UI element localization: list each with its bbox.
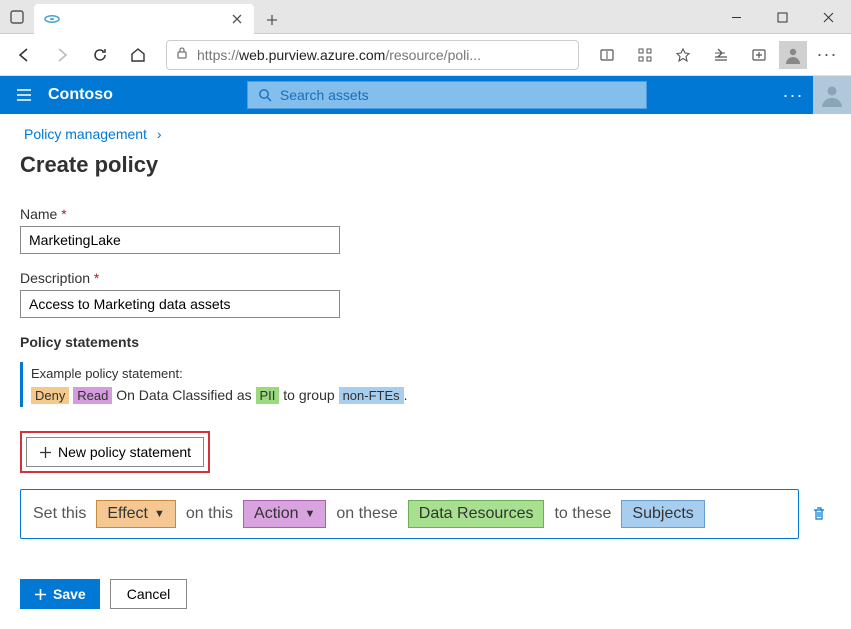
data-resources-picker[interactable]: Data Resources (408, 500, 545, 528)
window-close-button[interactable] (805, 0, 851, 34)
reader-mode-button[interactable] (589, 37, 625, 73)
new-policy-statement-highlight: New policy statement (20, 431, 210, 473)
nav-home-button[interactable] (120, 37, 156, 73)
description-label: Description * (20, 270, 831, 286)
browser-menu-button[interactable]: ··· (809, 37, 845, 73)
cancel-button[interactable]: Cancel (110, 579, 188, 609)
address-bar[interactable]: https://web.purview.azure.com/resource/p… (166, 40, 579, 70)
builder-text-to-these: to these (554, 505, 611, 523)
save-button[interactable]: Save (20, 579, 100, 609)
purview-favicon-icon (44, 11, 60, 27)
effect-picker[interactable]: Effect▼ (96, 500, 176, 528)
delete-statement-button[interactable] (807, 502, 831, 526)
page-title: Create policy (20, 152, 831, 178)
search-input[interactable] (280, 87, 636, 103)
favorites-bar-button[interactable] (703, 37, 739, 73)
tab-close-button[interactable] (230, 12, 244, 26)
name-label: Name * (20, 206, 831, 222)
builder-text-on-this: on this (186, 505, 233, 523)
favorite-button[interactable] (665, 37, 701, 73)
browser-toolbar: https://web.purview.azure.com/resource/p… (0, 34, 851, 76)
trash-icon (811, 506, 827, 522)
collections-button[interactable] (741, 37, 777, 73)
search-box[interactable] (247, 81, 647, 109)
description-input[interactable] (20, 290, 340, 318)
example-statement-box: Example policy statement: Deny Read On D… (20, 362, 831, 407)
name-input[interactable] (20, 226, 340, 254)
caret-down-icon: ▼ (304, 508, 315, 520)
new-tab-button[interactable] (258, 6, 286, 34)
subjects-picker[interactable]: Subjects (621, 500, 704, 528)
chevron-right-icon: › (157, 126, 162, 142)
window-minimize-button[interactable] (713, 0, 759, 34)
breadcrumb-policy-management[interactable]: Policy management (24, 126, 147, 142)
nav-refresh-button[interactable] (82, 37, 118, 73)
tab-actions-button[interactable] (0, 0, 34, 34)
app-user-avatar[interactable] (813, 76, 851, 114)
plus-icon (34, 588, 47, 601)
builder-text-on-these: on these (336, 505, 397, 523)
action-picker[interactable]: Action▼ (243, 500, 326, 528)
search-icon (258, 88, 272, 102)
caret-down-icon: ▼ (154, 508, 165, 520)
nav-forward-button (44, 37, 80, 73)
builder-text-set-this: Set this (33, 505, 86, 523)
nav-back-button[interactable] (6, 37, 42, 73)
brand-name: Contoso (48, 86, 137, 104)
hamburger-menu-button[interactable] (0, 76, 48, 114)
window-titlebar (0, 0, 851, 34)
url-text: https://web.purview.azure.com/resource/p… (197, 47, 481, 63)
qr-button[interactable] (627, 37, 663, 73)
app-bar: Contoso ··· (0, 76, 851, 114)
browser-tab[interactable] (34, 4, 254, 34)
example-label: Example policy statement: (31, 366, 831, 381)
profile-avatar[interactable] (779, 41, 807, 69)
policy-statements-heading: Policy statements (20, 334, 831, 350)
window-maximize-button[interactable] (759, 0, 805, 34)
new-policy-statement-button[interactable]: New policy statement (26, 437, 204, 467)
plus-icon (39, 446, 52, 459)
breadcrumb: Policy management › (20, 122, 831, 152)
lock-icon (175, 46, 189, 63)
example-statement-text: Deny Read On Data Classified as PII to g… (31, 387, 831, 403)
policy-statement-builder: Set this Effect▼ on this Action▼ on thes… (20, 489, 799, 539)
app-more-button[interactable]: ··· (773, 76, 813, 114)
